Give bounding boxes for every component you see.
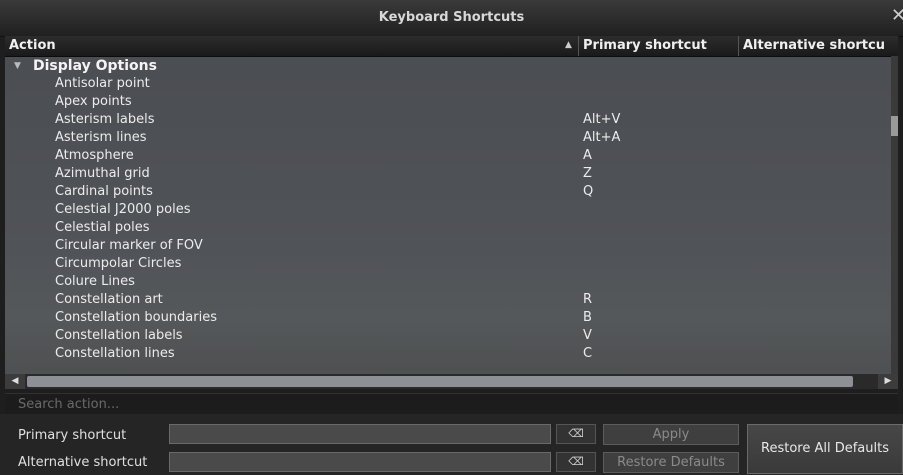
- sort-ascending-icon: ▲: [565, 40, 572, 50]
- window-title: Keyboard Shortcuts: [378, 10, 525, 25]
- primary-shortcut: B: [583, 310, 592, 325]
- primary-shortcut: V: [583, 328, 592, 343]
- action-name: Antisolar point: [55, 76, 150, 91]
- table-row[interactable]: Asterism labels Alt+V: [5, 111, 898, 129]
- action-name: Circumpolar Circles: [55, 256, 182, 271]
- expand-triangle-icon[interactable]: ▼: [14, 57, 21, 75]
- search-bar: [5, 393, 898, 415]
- action-name: Asterism labels: [55, 112, 155, 127]
- table-row[interactable]: Celestial J2000 poles: [5, 201, 898, 219]
- scroll-left-icon[interactable]: ◀: [5, 374, 25, 389]
- action-name: Azimuthal grid: [55, 166, 150, 181]
- primary-shortcut: Alt+V: [583, 112, 621, 127]
- column-header-action[interactable]: Action: [9, 36, 56, 56]
- restore-all-defaults-button[interactable]: Restore All Defaults: [747, 424, 903, 474]
- primary-shortcut: Z: [583, 166, 592, 181]
- primary-shortcut: A: [583, 148, 592, 163]
- action-name: Colure Lines: [55, 274, 135, 289]
- group-label: Display Options: [33, 58, 157, 74]
- primary-shortcut: Q: [583, 184, 594, 199]
- primary-shortcut: R: [583, 292, 593, 307]
- vertical-scroll-thumb[interactable]: [891, 116, 898, 136]
- horizontal-scrollbar[interactable]: ◀ ▶: [5, 374, 898, 389]
- table-row[interactable]: Cardinal points Q: [5, 183, 898, 201]
- table-row[interactable]: Constellation art R: [5, 291, 898, 309]
- action-name: Asterism lines: [55, 130, 147, 145]
- vertical-scrollbar[interactable]: [891, 56, 898, 386]
- alternative-shortcut-field[interactable]: [169, 452, 551, 472]
- primary-shortcut-label: Primary shortcut: [18, 428, 127, 443]
- column-header-primary[interactable]: Primary shortcut: [583, 36, 707, 56]
- shortcuts-table[interactable]: Action ▲ Primary shortcut Alternative sh…: [5, 36, 898, 388]
- table-row[interactable]: Circumpolar Circles: [5, 255, 898, 273]
- horizontal-scroll-thumb[interactable]: [27, 376, 853, 387]
- column-divider[interactable]: [578, 36, 579, 56]
- action-name: Constellation art: [55, 292, 163, 307]
- column-divider[interactable]: [738, 36, 739, 56]
- alternative-shortcut-label: Alternative shortcut: [18, 455, 148, 470]
- table-row[interactable]: Atmosphere A: [5, 147, 898, 165]
- primary-shortcut-field[interactable]: [169, 424, 551, 444]
- apply-button[interactable]: Apply: [603, 424, 739, 445]
- table-row[interactable]: Apex points: [5, 93, 898, 111]
- table-row[interactable]: Azimuthal grid Z: [5, 165, 898, 183]
- table-row[interactable]: Antisolar point: [5, 75, 898, 93]
- title-bar: Keyboard Shortcuts ✕: [0, 0, 903, 37]
- table-row[interactable]: Constellation lines C: [5, 345, 898, 363]
- group-display-options[interactable]: ▼ Display Options: [5, 57, 605, 75]
- table-row[interactable]: Celestial poles: [5, 219, 898, 237]
- table-row[interactable]: Circular marker of FOV: [5, 237, 898, 255]
- table-row[interactable]: Asterism lines Alt+A: [5, 129, 898, 147]
- primary-shortcut: Alt+A: [583, 130, 621, 145]
- action-name: Cardinal points: [55, 184, 153, 199]
- action-name: Apex points: [55, 94, 132, 109]
- table-row[interactable]: Constellation labels V: [5, 327, 898, 345]
- action-name: Celestial poles: [55, 220, 150, 235]
- table-row[interactable]: Colure Lines: [5, 273, 898, 291]
- search-input[interactable]: [5, 394, 898, 414]
- action-name: Constellation lines: [55, 346, 175, 361]
- action-name: Atmosphere: [55, 148, 134, 163]
- table-row[interactable]: Constellation boundaries B: [5, 309, 898, 327]
- column-header-alternative[interactable]: Alternative shortcu: [743, 36, 893, 56]
- primary-shortcut: C: [583, 346, 593, 361]
- action-name: Celestial J2000 poles: [55, 202, 191, 217]
- table-header: Action ▲ Primary shortcut Alternative sh…: [5, 36, 898, 57]
- close-icon[interactable]: ✕: [891, 6, 903, 26]
- clear-primary-icon[interactable]: ⌫: [556, 424, 596, 444]
- action-name: Constellation boundaries: [55, 310, 217, 325]
- action-name: Constellation labels: [55, 328, 183, 343]
- restore-defaults-button[interactable]: Restore Defaults: [603, 452, 739, 473]
- action-name: Circular marker of FOV: [55, 238, 203, 253]
- scroll-right-icon[interactable]: ▶: [878, 374, 898, 389]
- clear-alternative-icon[interactable]: ⌫: [556, 452, 596, 472]
